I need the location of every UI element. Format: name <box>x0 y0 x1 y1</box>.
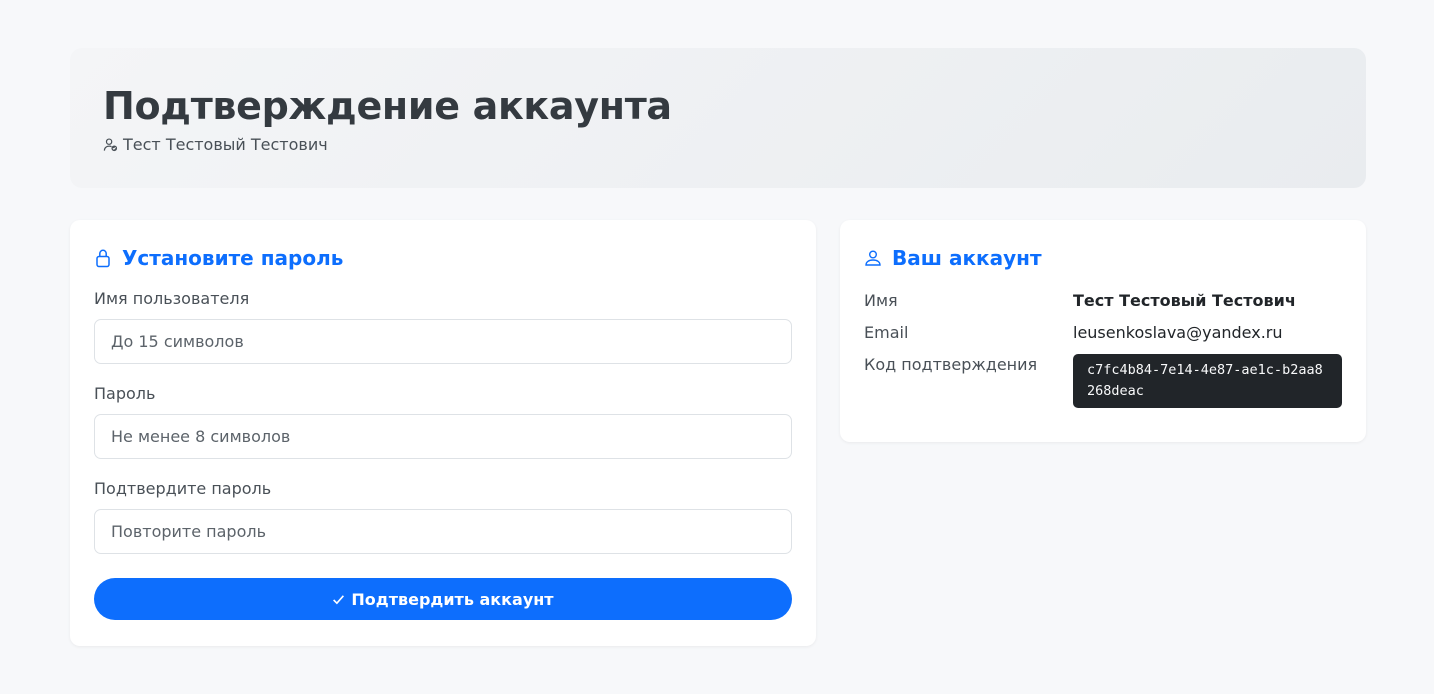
confirmation-code: c7fc4b84-7e14-4e87-ae1c-b2aa8268deac <box>1073 354 1342 408</box>
info-row-email: Email leusenkoslava@yandex.ru <box>864 322 1342 354</box>
confirm-password-label: Подтвердите пароль <box>94 479 272 498</box>
code-key: Код подтверждения <box>864 355 1038 374</box>
account-info-card: Ваш аккаунт Имя Тест Тестовый Тестович E… <box>840 220 1366 442</box>
username-input[interactable] <box>94 319 792 364</box>
user-check-icon <box>103 138 118 151</box>
password-form-card: Установите пароль Имя пользователя Парол… <box>70 220 816 646</box>
page-header: Подтверждение аккаунта Тест Тестовый Тес… <box>70 48 1366 188</box>
email-value: leusenkoslava@yandex.ru <box>1073 323 1283 342</box>
page-title: Подтверждение аккаунта <box>103 84 672 128</box>
account-info-title-text: Ваш аккаунт <box>892 246 1042 270</box>
header-user: Тест Тестовый Тестович <box>103 135 1333 154</box>
email-key: Email <box>864 323 909 342</box>
password-form-title: Установите пароль <box>94 243 792 273</box>
name-key: Имя <box>864 291 898 310</box>
name-value: Тест Тестовый Тестович <box>1073 291 1296 310</box>
confirm-account-button[interactable]: Подтвердить аккаунт <box>94 578 792 620</box>
password-input[interactable] <box>94 414 792 459</box>
confirm-password-input[interactable] <box>94 509 792 554</box>
info-row-name: Имя Тест Тестовый Тестович <box>864 290 1342 322</box>
check-icon <box>333 594 345 604</box>
password-label: Пароль <box>94 384 156 403</box>
confirm-account-button-label: Подтвердить аккаунт <box>351 589 554 609</box>
account-info-title: Ваш аккаунт <box>864 243 1342 273</box>
lock-icon <box>96 249 110 268</box>
username-label: Имя пользователя <box>94 289 250 308</box>
account-info-table: Имя Тест Тестовый Тестович Email leusenk… <box>864 290 1342 408</box>
password-form-title-text: Установите пароль <box>122 246 344 270</box>
header-user-name: Тест Тестовый Тестович <box>123 134 328 154</box>
info-row-code: Код подтверждения c7fc4b84-7e14-4e87-ae1… <box>864 354 1342 408</box>
person-icon <box>865 250 881 266</box>
